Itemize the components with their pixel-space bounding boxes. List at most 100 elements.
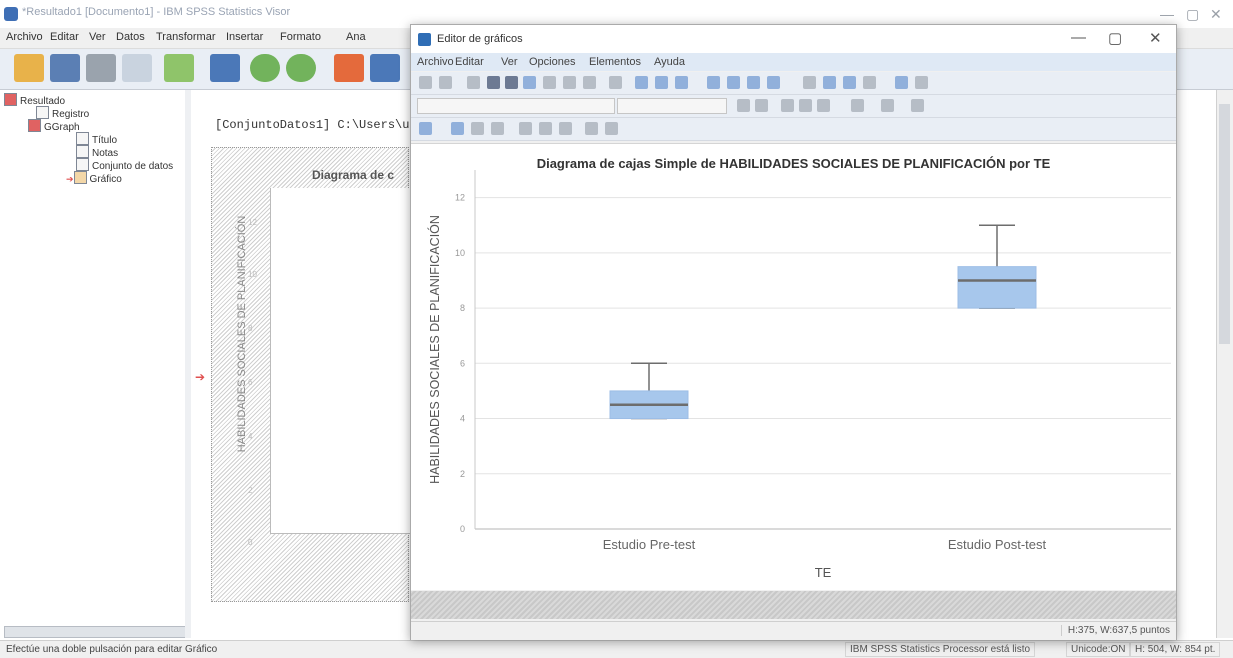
area-chart-icon[interactable] — [539, 122, 552, 135]
bar-icon[interactable] — [823, 76, 836, 89]
editor-menu-ayuda[interactable]: Ayuda — [654, 56, 685, 68]
open-icon[interactable] — [14, 54, 44, 82]
menu-formato[interactable]: Formato — [280, 31, 321, 43]
background-ytick: 2 — [248, 486, 253, 495]
select-y-axis-icon[interactable] — [505, 76, 518, 89]
italic-icon[interactable] — [755, 99, 768, 112]
recall-dialog-icon[interactable] — [210, 54, 240, 82]
size-combo[interactable] — [617, 98, 727, 114]
output-book-icon — [28, 119, 41, 132]
properties-icon[interactable] — [467, 76, 480, 89]
editor-menu-elementos[interactable]: Elementos — [589, 56, 641, 68]
bold-icon[interactable] — [737, 99, 750, 112]
reference-line-icon[interactable] — [675, 76, 688, 89]
tree-item-conjunto[interactable]: Conjunto de datos — [76, 158, 173, 172]
histogram-icon[interactable] — [491, 122, 504, 135]
tree-item-resultado[interactable]: Resultado — [4, 93, 65, 107]
line-style-icon[interactable] — [911, 99, 924, 112]
dataset-path-text: [ConjuntoDatos1] C:\Users\u — [215, 118, 410, 132]
tree-item-grafico[interactable]: ➔ Gráfico — [66, 171, 122, 185]
menu-archivo[interactable]: Archivo — [6, 31, 43, 43]
align-right-icon[interactable] — [817, 99, 830, 112]
pie-icon[interactable] — [605, 122, 618, 135]
group-icon[interactable] — [843, 76, 856, 89]
align-center-icon[interactable] — [799, 99, 812, 112]
legend-icon[interactable] — [863, 76, 876, 89]
redo-icon[interactable] — [286, 54, 316, 82]
tree-item-notas[interactable]: Notas — [76, 145, 118, 159]
menu-datos[interactable]: Datos — [116, 31, 145, 43]
select-x-axis-icon[interactable] — [487, 76, 500, 89]
log-icon — [36, 106, 49, 119]
text-color-icon[interactable] — [851, 99, 864, 112]
y-axis-title: HABILIDADES SOCIALES DE PLANIFICACIÓN — [427, 215, 442, 484]
selection-arrow-icon: ➔ — [195, 370, 206, 384]
dataset-icon — [76, 158, 89, 171]
selected-arrow-icon: ➔ — [66, 174, 74, 184]
transpose-icon[interactable] — [895, 76, 908, 89]
print-icon[interactable] — [86, 54, 116, 82]
editor-menu-opciones[interactable]: Opciones — [529, 56, 575, 68]
content-scroll-thumb[interactable] — [1219, 104, 1230, 344]
outline-horizontal-scrollbar[interactable] — [4, 626, 186, 638]
fill-color-icon[interactable] — [881, 99, 894, 112]
grid-icon[interactable] — [803, 76, 816, 89]
editor-maximize-icon[interactable]: ▢ — [1108, 29, 1122, 47]
data-labels-icon[interactable] — [543, 76, 556, 89]
editor-toolbar-1 — [411, 72, 1176, 95]
reference-x-icon[interactable] — [635, 76, 648, 89]
reference-y-icon[interactable] — [655, 76, 668, 89]
status-processor: IBM SPSS Statistics Processor está listo — [845, 642, 1036, 657]
export-icon[interactable] — [164, 54, 194, 82]
lasso-icon[interactable] — [583, 76, 596, 89]
scatter-icon[interactable] — [559, 122, 572, 135]
editor-minimize-icon[interactable]: — — [1071, 29, 1086, 46]
bar-chart-icon[interactable] — [451, 122, 464, 135]
goto-data-icon[interactable] — [334, 54, 364, 82]
editor-statusbar: H:375, W:637,5 puntos — [411, 621, 1176, 640]
footnote-icon[interactable] — [767, 76, 780, 89]
editor-menu-editar[interactable]: Editar — [455, 56, 484, 68]
menu-analizar[interactable]: Ana — [346, 31, 366, 43]
output-book-icon — [4, 93, 17, 106]
menu-transformar[interactable]: Transformar — [156, 31, 216, 43]
tree-item-registro[interactable]: Registro — [36, 106, 89, 120]
editor-menu-archivo[interactable]: Archivo — [417, 56, 454, 68]
goto-case-icon[interactable] — [370, 54, 400, 82]
box — [957, 266, 1037, 309]
title-icon[interactable] — [707, 76, 720, 89]
undo-icon[interactable] — [250, 54, 280, 82]
annotation-icon[interactable] — [727, 76, 740, 89]
y-tick-label: 6 — [460, 358, 465, 368]
viewer-close-icon[interactable]: ✕ — [1210, 6, 1222, 23]
editor-close-icon[interactable]: ✕ — [1149, 29, 1162, 47]
chart-canvas[interactable]: Diagrama de cajas Simple de HABILIDADES … — [411, 143, 1176, 590]
viewer-minimize-icon[interactable]: — — [1160, 6, 1174, 22]
fill-icon[interactable] — [563, 76, 576, 89]
tree-item-ggraph[interactable]: GGraph — [28, 119, 80, 133]
stacked-bar-icon[interactable] — [471, 122, 484, 135]
scale-icon[interactable] — [523, 76, 536, 89]
textbox-icon[interactable] — [747, 76, 760, 89]
save-icon[interactable] — [50, 54, 80, 82]
fit-line-icon[interactable] — [585, 122, 598, 135]
undo-icon[interactable] — [419, 76, 432, 89]
align-left-icon[interactable] — [781, 99, 794, 112]
tree-item-titulo[interactable]: Título — [76, 132, 117, 146]
background-chart-title: Diagrama de c — [312, 168, 395, 182]
line-chart-icon[interactable] — [519, 122, 532, 135]
print-preview-icon[interactable] — [122, 54, 152, 82]
font-combo[interactable] — [417, 98, 615, 114]
menu-ver[interactable]: Ver — [89, 31, 106, 43]
stack-icon[interactable] — [915, 76, 928, 89]
viewer-maximize-icon[interactable]: ▢ — [1186, 6, 1199, 23]
redo-icon[interactable] — [439, 76, 452, 89]
editor-menu-ver[interactable]: Ver — [501, 56, 518, 68]
menu-editar[interactable]: Editar — [50, 31, 79, 43]
background-chart[interactable]: Diagrama de c HABILIDADES SOCIALES DE PL… — [211, 147, 421, 602]
x-category-label: Estudio Post-test — [948, 537, 1047, 552]
chart-editor-app-icon — [418, 33, 431, 46]
table-icon[interactable] — [609, 76, 622, 89]
data-table-icon[interactable] — [419, 122, 432, 135]
menu-insertar[interactable]: Insertar — [226, 31, 263, 43]
